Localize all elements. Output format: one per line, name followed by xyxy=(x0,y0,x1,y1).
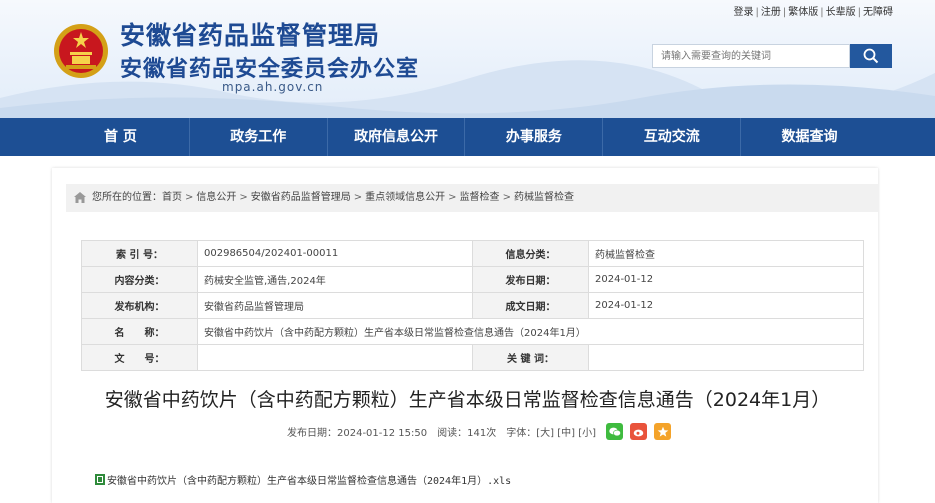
table-row: 文 号： 关 键 词： xyxy=(81,344,864,371)
publish-date-label: 发布日期： xyxy=(472,266,589,293)
index-number-value: 002986504/202401-00011 xyxy=(197,240,473,267)
created-date-label: 成文日期： xyxy=(472,292,589,319)
wechat-share-button[interactable] xyxy=(606,423,624,440)
nav-item-info-disclosure[interactable]: 政府信息公开 xyxy=(326,118,465,156)
table-row: 名 称： 安徽省中药饮片（含中药配方颗粒）生产省本级日常监督检查信息通告（202… xyxy=(81,318,864,345)
nav-item-data-query[interactable]: 数据查询 xyxy=(740,118,878,156)
org-label: 发布机构： xyxy=(81,292,198,319)
search-input[interactable] xyxy=(652,44,850,68)
font-size-label: 字体： xyxy=(506,428,537,439)
elder-mode-link[interactable]: 长辈版 xyxy=(826,7,856,18)
register-link[interactable]: 注册 xyxy=(761,7,781,18)
publish-time: 发布日期：2024-01-12 15:50 xyxy=(287,428,428,439)
content-type-label: 内容分类： xyxy=(81,266,198,293)
table-row: 索 引 号： 002986504/202401-00011 信息分类： 药械监督… xyxy=(81,240,864,267)
weibo-icon xyxy=(633,429,643,436)
breadcrumb-supervision[interactable]: 监督检查 xyxy=(460,192,500,203)
index-number-label: 索 引 号： xyxy=(81,240,198,267)
font-medium-button[interactable]: [中] xyxy=(557,428,575,439)
login-link[interactable]: 登录 xyxy=(734,7,754,18)
view-count: 阅读：141次 xyxy=(437,428,497,439)
nav-item-interaction[interactable]: 互动交流 xyxy=(602,118,740,156)
site-title: 安徽省药品监督管理局 xyxy=(120,21,381,50)
created-date-value: 2024-01-12 xyxy=(588,292,864,319)
search-icon xyxy=(863,48,879,64)
breadcrumb-prefix: 您所在的位置： xyxy=(92,192,162,203)
font-size-controls: 字体：[大] [中] [小] xyxy=(506,424,596,439)
home-icon xyxy=(74,191,86,203)
wechat-icon xyxy=(608,427,621,436)
doc-number-label: 文 号： xyxy=(81,344,198,371)
document-meta-table: 索 引 号： 002986504/202401-00011 信息分类： 药械监督… xyxy=(81,240,864,371)
publish-date-value: 2024-01-12 xyxy=(588,266,864,293)
accessibility-link[interactable]: 无障碍 xyxy=(863,7,893,18)
breadcrumb-drug-device-inspection[interactable]: 药械监督检查 xyxy=(514,192,574,203)
table-row: 内容分类： 药械安全监管,通告,2024年 发布日期： 2024-01-12 xyxy=(81,266,864,293)
attachment-link[interactable]: 安徽省中药饮片（含中药配方颗粒）生产省本级日常监督检查信息通告（2024年1月）… xyxy=(95,472,511,487)
table-row: 发布机构： 安徽省药品监督管理局 成文日期： 2024-01-12 xyxy=(81,292,864,319)
site-subtitle: 安徽省药品安全委员会办公室 xyxy=(120,57,420,82)
star-icon xyxy=(657,426,668,437)
site-header: 安徽省药品监督管理局 安徽省药品安全委员会办公室 mpa.ah.gov.cn 登… xyxy=(0,0,935,118)
nav-item-home[interactable]: 首 页 xyxy=(52,118,189,156)
breadcrumb: 您所在的位置：首页 > 信息公开 > 安徽省药品监督管理局 > 重点领域信息公开 > 监督检查 >… xyxy=(66,184,878,212)
nav-item-services[interactable]: 办事服务 xyxy=(464,118,602,156)
category-label: 信息分类： xyxy=(472,240,589,267)
article-title: 安徽省中药饮片（含中药配方颗粒）生产省本级日常监督检查信息通告（2024年1月） xyxy=(104,389,831,411)
category-value: 药械监督检查 xyxy=(588,240,864,267)
org-value: 安徽省药品监督管理局 xyxy=(197,292,473,319)
font-large-button[interactable]: [大] xyxy=(536,428,554,439)
breadcrumb-key-areas[interactable]: 重点领域信息公开 xyxy=(365,192,445,203)
breadcrumb-bureau[interactable]: 安徽省药品监督管理局 xyxy=(251,192,351,203)
site-domain: mpa.ah.gov.cn xyxy=(222,80,324,94)
main-nav: 首 页 政务工作 政府信息公开 办事服务 互动交流 数据查询 xyxy=(0,118,935,156)
font-small-button[interactable]: [小] xyxy=(578,428,596,439)
keywords-value xyxy=(588,344,864,371)
doc-number-value xyxy=(197,344,473,371)
content-type-value: 药械安全监管,通告,2024年 xyxy=(197,266,473,293)
article-info-bar: 发布日期：2024-01-12 15:50 阅读：141次 字体：[大] [中]… xyxy=(287,423,678,440)
search-button[interactable] xyxy=(850,44,892,68)
nav-item-government-work[interactable]: 政务工作 xyxy=(188,118,327,156)
attachment-filename: 安徽省中药饮片（含中药配方颗粒）生产省本级日常监督检查信息通告（2024年1月）… xyxy=(107,476,512,487)
breadcrumb-info-disclosure[interactable]: 信息公开 xyxy=(196,192,236,203)
keywords-label: 关 键 词： xyxy=(472,344,589,371)
excel-file-icon xyxy=(95,474,105,485)
name-value: 安徽省中药饮片（含中药配方颗粒）生产省本级日常监督检查信息通告（2024年1月） xyxy=(197,318,864,345)
weibo-share-button[interactable] xyxy=(630,423,648,440)
favorite-button[interactable] xyxy=(654,423,672,440)
name-label: 名 称： xyxy=(81,318,198,345)
traditional-chinese-link[interactable]: 繁体版 xyxy=(788,7,818,18)
breadcrumb-home[interactable]: 首页 xyxy=(162,192,182,203)
top-links: 登录 | 注册 | 繁体版 | 长辈版 | 无障碍 xyxy=(733,7,894,18)
national-emblem-icon xyxy=(54,24,108,78)
